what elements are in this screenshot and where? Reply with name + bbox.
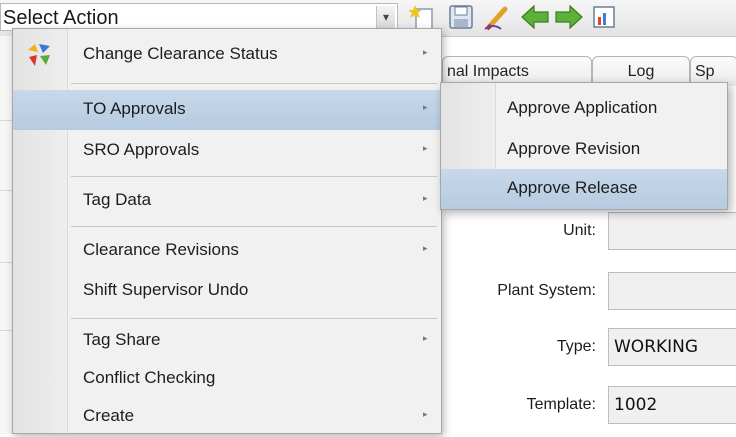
menu-separator [71,176,437,177]
menu-item-tag-share[interactable]: Tag Share ▸ [13,321,441,361]
forward-icon[interactable] [554,2,584,32]
edit-icon[interactable] [482,2,512,32]
type-field[interactable]: WORKING [608,328,736,366]
submenu-item-label: Approve Application [507,98,658,117]
template-row: Template: 1002 [440,386,736,428]
type-label: Type: [556,338,596,355]
menu-item-conflict-checking[interactable]: Conflict Checking [13,359,441,399]
menu-item-clearance-revisions[interactable]: Clearance Revisions ▸ [13,231,441,271]
menu-item-to-approvals[interactable]: TO Approvals ▸ [13,90,441,130]
menu-separator [71,83,437,84]
select-action-label: Select Action [3,7,119,29]
type-row: Type: WORKING [440,328,736,370]
submenu-arrow-icon: ▸ [423,243,428,253]
menu-item-shift-supervisor-undo[interactable]: Shift Supervisor Undo [13,271,441,311]
unit-label: Unit: [563,222,596,239]
submenu-arrow-icon: ▸ [423,409,428,419]
submenu-arrow-icon: ▸ [423,47,428,57]
menu-separator [71,226,437,227]
report-icon[interactable] [590,2,620,32]
submenu-arrow-icon: ▸ [423,193,428,203]
menu-item-create[interactable]: Create ▸ [13,397,441,437]
chevron-down-icon[interactable]: ▾ [376,6,395,28]
submenu-item-approve-revision[interactable]: Approve Revision [441,130,727,170]
menu-item-tag-data[interactable]: Tag Data ▸ [13,181,441,221]
plant-system-field[interactable] [608,272,736,310]
template-field[interactable]: 1002 [608,386,736,424]
menu-item-label: Clearance Revisions [83,240,239,259]
submenu-arrow-icon: ▸ [423,143,428,153]
back-icon[interactable] [520,2,550,32]
unit-field[interactable] [608,212,736,250]
unit-row: Unit: [440,212,736,254]
menu-item-label: SRO Approvals [83,140,200,159]
menu-item-label: Shift Supervisor Undo [83,280,249,299]
submenu-item-label: Approve Revision [507,139,641,158]
submenu-arrow-icon: ▸ [423,333,428,343]
menu-item-change-clearance-status[interactable]: Change Clearance Status ▸ [13,35,441,75]
plant-system-row: Plant System: [440,272,736,314]
menu-item-label: Conflict Checking [83,368,216,387]
menu-item-label: Tag Data [83,190,152,209]
clearance-status-icon [25,41,53,69]
menu-item-label: Create [83,406,135,425]
submenu-item-approve-application[interactable]: Approve Application [441,89,727,129]
submenu-item-label: Approve Release [507,178,638,197]
submenu-arrow-icon: ▸ [423,102,428,112]
menu-item-sro-approvals[interactable]: SRO Approvals ▸ [13,131,441,171]
menu-item-label: Change Clearance Status [83,44,278,63]
menu-item-label: TO Approvals [83,99,186,118]
select-action-menu: Change Clearance Status ▸ TO Approvals ▸… [12,28,442,434]
menu-separator [71,318,437,319]
save-icon[interactable] [446,2,476,32]
select-action-dropdown[interactable]: Select Action ▾ [0,3,398,31]
to-approvals-submenu: Approve Application Approve Revision App… [440,82,728,210]
plant-system-label: Plant System: [497,282,596,299]
submenu-item-approve-release[interactable]: Approve Release [441,169,727,209]
menu-item-label: Tag Share [83,330,161,349]
template-label: Template: [526,396,596,413]
